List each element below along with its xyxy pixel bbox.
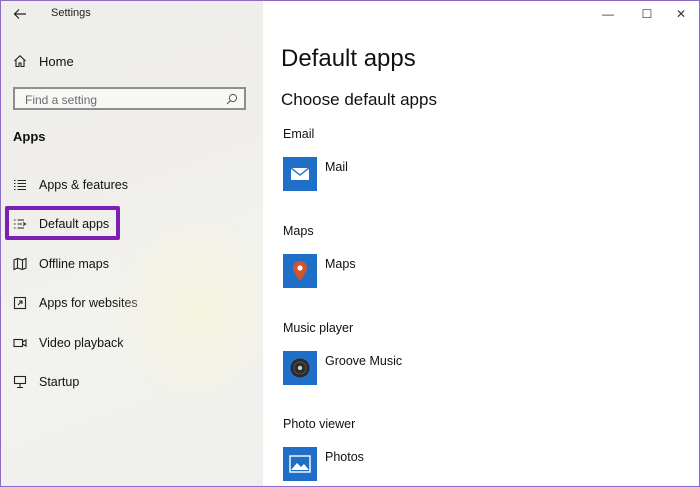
title-bar: Settings xyxy=(1,1,263,29)
app-name: Maps xyxy=(325,257,356,271)
sidebar-item-label: Startup xyxy=(39,375,80,389)
category-label-maps: Maps xyxy=(283,224,314,238)
list-icon xyxy=(13,178,27,192)
default-app-photo-viewer[interactable]: Photos xyxy=(283,447,364,481)
video-icon xyxy=(13,336,27,350)
mail-icon xyxy=(283,157,317,191)
home-label: Home xyxy=(39,53,74,69)
app-name: Mail xyxy=(325,160,348,174)
home-icon xyxy=(13,54,27,68)
app-title: Settings xyxy=(51,7,91,19)
app-name: Groove Music xyxy=(325,354,403,368)
section-title: Apps xyxy=(13,129,46,144)
sidebar-item-label: Video playback xyxy=(39,336,124,350)
maps-pin-icon xyxy=(283,254,317,288)
open-in-window-icon xyxy=(13,296,27,310)
sidebar-item-video-playback[interactable]: Video playback xyxy=(13,332,243,354)
app-name: Photos xyxy=(325,450,364,464)
default-app-music-player[interactable]: Groove Music xyxy=(283,351,402,385)
minimize-button[interactable]: — xyxy=(587,1,629,27)
settings-window: Settings Home Apps Apps & features xyxy=(0,0,700,487)
page-title: Default apps xyxy=(281,45,416,72)
page-subtitle: Choose default apps xyxy=(281,90,437,109)
groove-music-icon xyxy=(283,351,317,385)
sidebar-item-startup[interactable]: Startup xyxy=(13,371,243,393)
main-content: — ☐ ✕ Default apps Choose default apps E… xyxy=(263,1,699,486)
sidebar-item-apps-for-websites[interactable]: Apps for websites xyxy=(13,292,243,314)
minimize-icon: — xyxy=(602,7,614,21)
back-button[interactable] xyxy=(10,4,30,24)
default-app-maps[interactable]: Maps xyxy=(283,254,356,288)
category-label-photo-viewer: Photo viewer xyxy=(283,417,356,431)
search-input[interactable] xyxy=(23,90,227,110)
startup-icon xyxy=(13,375,27,389)
sidebar-item-offline-maps[interactable]: Offline maps xyxy=(13,253,243,275)
sidebar-item-apps-features[interactable]: Apps & features xyxy=(13,174,243,196)
sidebar-item-label: Apps for websites xyxy=(39,296,138,310)
search-icon[interactable] xyxy=(226,92,238,105)
selected-item-highlight xyxy=(5,206,120,240)
close-button[interactable]: ✕ xyxy=(660,1,699,27)
photos-icon xyxy=(283,447,317,481)
sidebar-item-label: Apps & features xyxy=(39,178,128,192)
sidebar-item-label: Offline maps xyxy=(39,257,109,271)
home-nav-item[interactable]: Home xyxy=(13,51,74,71)
category-label-email: Email xyxy=(283,127,315,141)
back-arrow-icon xyxy=(13,9,26,19)
sidebar: Settings Home Apps Apps & features xyxy=(1,1,281,486)
category-label-music-player: Music player xyxy=(283,321,354,335)
search-box[interactable] xyxy=(13,87,246,110)
close-icon: ✕ xyxy=(675,7,687,21)
maximize-icon: ☐ xyxy=(641,7,653,21)
default-app-email[interactable]: Mail xyxy=(283,157,348,191)
map-icon xyxy=(13,257,27,271)
